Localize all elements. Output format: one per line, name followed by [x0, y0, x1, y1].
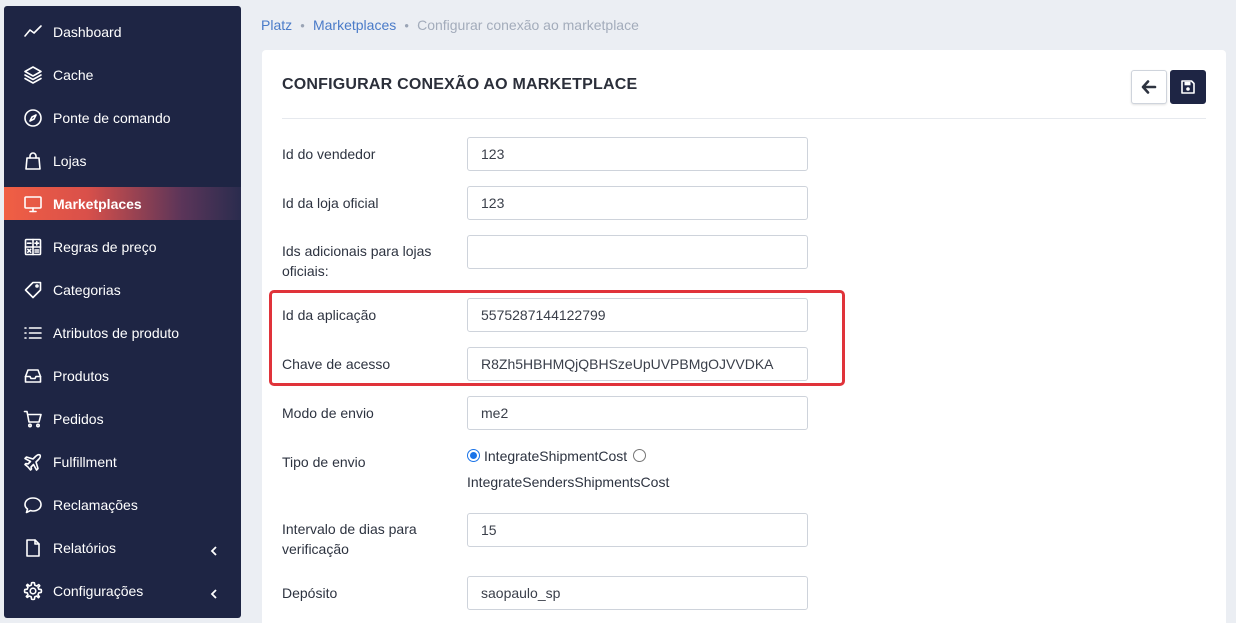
- additional-store-ids-input[interactable]: [467, 235, 808, 269]
- chat-bubble-icon: [23, 495, 43, 515]
- shopping-bag-icon: [23, 151, 43, 171]
- list-icon: [23, 323, 43, 343]
- radio-integrate-senders-shipments-cost[interactable]: [633, 449, 647, 462]
- additional-store-ids-label: Ids adicionais para lojas oficiais:: [282, 243, 432, 279]
- save-button[interactable]: [1170, 70, 1206, 104]
- official-store-id-label: Id da loja oficial: [282, 195, 379, 211]
- sidebar-item-label: Atributos de produto: [53, 324, 180, 341]
- config-card: CONFIGURAR CONEXÃO AO MARKETPLACE Id do …: [262, 50, 1226, 623]
- sidebar-item-categorias[interactable]: Categorias: [4, 268, 241, 311]
- sidebar-item-label: Pedidos: [53, 410, 104, 427]
- sidebar-item-label: Dashboard: [53, 23, 122, 40]
- warehouse-label: Depósito: [282, 585, 338, 601]
- sidebar-item-label: Ponte de comando: [53, 109, 171, 126]
- seller-id-input[interactable]: [467, 137, 808, 171]
- monitor-icon: [23, 194, 43, 214]
- sidebar-item-relatorios[interactable]: Relatórios: [4, 526, 241, 569]
- sidebar-item-configuracoes[interactable]: Configurações: [4, 569, 241, 612]
- breadcrumb-link-platz[interactable]: Platz: [261, 17, 292, 33]
- sidebar-item-ponte-de-comando[interactable]: Ponte de comando: [4, 96, 241, 139]
- layers-icon: [23, 65, 43, 85]
- sidebar-item-reclamacoes[interactable]: Reclamações: [4, 483, 241, 526]
- radio-label-integrate-shipment-cost[interactable]: IntegrateShipmentCost: [484, 448, 627, 464]
- card-divider: [282, 118, 1206, 119]
- shipping-type-radio-group: IntegrateShipmentCost IntegrateSendersSh…: [467, 443, 727, 495]
- gear-icon: [23, 581, 43, 601]
- chart-line-icon: [23, 22, 43, 42]
- sidebar-item-dashboard[interactable]: Dashboard: [4, 10, 241, 53]
- app-id-label: Id da aplicação: [282, 307, 377, 323]
- sidebar-item-label: Relatórios: [53, 539, 117, 556]
- sidebar-item-atributos-de-produto[interactable]: Atributos de produto: [4, 311, 241, 354]
- breadcrumb-link-marketplaces[interactable]: Marketplaces: [313, 17, 396, 33]
- radio-label-integrate-senders-shipments-cost[interactable]: IntegrateSendersShipmentsCost: [467, 474, 669, 490]
- breadcrumb-current: Configurar conexão ao marketplace: [417, 17, 639, 33]
- cart-icon: [23, 409, 43, 429]
- warehouse-input[interactable]: [467, 576, 808, 610]
- breadcrumb: Platz ● Marketplaces ● Configurar conexã…: [261, 17, 639, 33]
- sidebar-item-cache[interactable]: Cache: [4, 53, 241, 96]
- radio-integrate-shipment-cost[interactable]: [467, 449, 480, 462]
- sidebar-item-label: Produtos: [53, 367, 110, 384]
- sidebar-item-regras-de-preco[interactable]: Regras de preço: [4, 225, 241, 268]
- app-id-input[interactable]: [467, 298, 808, 332]
- back-button[interactable]: [1131, 70, 1167, 104]
- sidebar-item-label: Categorias: [53, 281, 121, 298]
- calculator-icon: [23, 237, 43, 257]
- sidebar-item-label: Fulfillment: [53, 453, 117, 470]
- sidebar-item-label: Cache: [53, 66, 94, 83]
- access-key-label: Chave de acesso: [282, 356, 391, 372]
- check-interval-label: Intervalo de dias para verificação: [282, 521, 417, 557]
- chevron-left-icon[interactable]: [209, 586, 219, 599]
- sidebar-item-lojas[interactable]: Lojas: [4, 139, 241, 182]
- compass-icon: [23, 108, 43, 128]
- sidebar-item-label: Marketplaces: [53, 195, 142, 212]
- breadcrumb-separator-dot-icon: ●: [404, 20, 410, 30]
- sidebar-item-marketplaces[interactable]: Marketplaces: [4, 187, 241, 220]
- chevron-left-icon[interactable]: [209, 543, 219, 556]
- official-store-id-input[interactable]: [467, 186, 808, 220]
- check-interval-input[interactable]: [467, 513, 808, 547]
- seller-id-label: Id do vendedor: [282, 146, 376, 162]
- shipping-mode-input[interactable]: [467, 396, 808, 430]
- save-floppy-icon: [1181, 80, 1195, 94]
- shipping-type-label: Tipo de envio: [282, 454, 366, 470]
- sidebar-item-pedidos[interactable]: Pedidos: [4, 397, 241, 440]
- sidebar-item-label: Reclamações: [53, 496, 138, 513]
- arrow-left-icon: [1141, 80, 1157, 94]
- sidebar-item-label: Configurações: [53, 582, 144, 599]
- shipping-mode-label: Modo de envio: [282, 405, 374, 421]
- sidebar-item-label: Regras de preço: [53, 238, 157, 255]
- sidebar: Dashboard Cache Ponte de comando Lojas M…: [4, 6, 241, 618]
- plane-icon: [23, 452, 43, 472]
- access-key-input[interactable]: [467, 347, 808, 381]
- sidebar-item-fulfillment[interactable]: Fulfillment: [4, 440, 241, 483]
- breadcrumb-separator-dot-icon: ●: [300, 20, 305, 30]
- inbox-icon: [23, 366, 43, 386]
- tag-icon: [23, 280, 43, 300]
- sidebar-item-produtos[interactable]: Produtos: [4, 354, 241, 397]
- page-title: CONFIGURAR CONEXÃO AO MARKETPLACE: [282, 76, 638, 93]
- sidebar-item-label: Lojas: [53, 152, 87, 169]
- file-icon: [23, 538, 43, 558]
